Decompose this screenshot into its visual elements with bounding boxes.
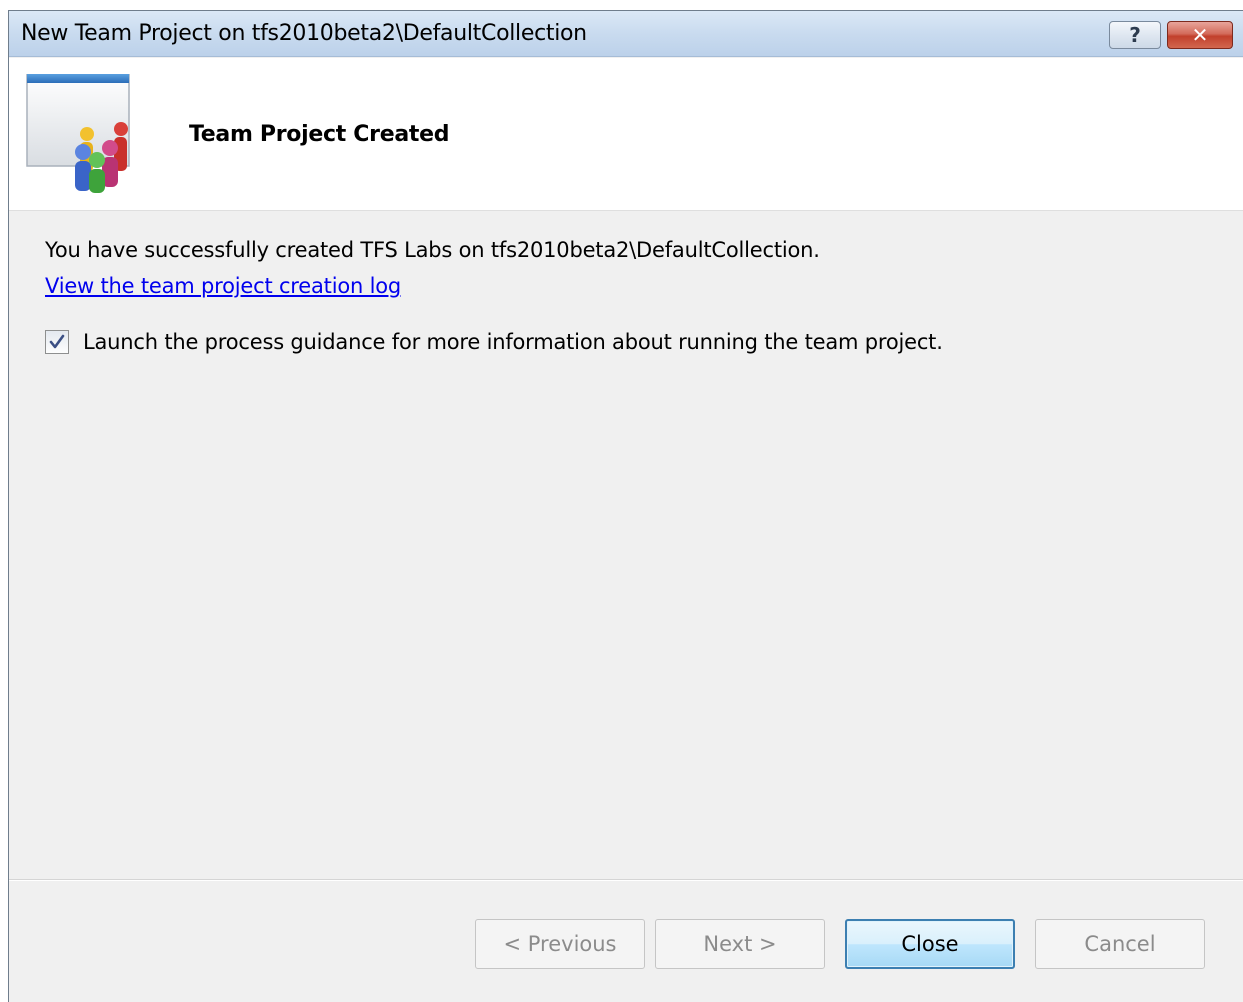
team-project-wizard-icon <box>26 74 130 193</box>
help-icon: ? <box>1129 23 1141 47</box>
window-title: New Team Project on tfs2010beta2\Default… <box>21 21 587 46</box>
checkmark-icon <box>49 334 65 349</box>
success-message: You have successfully created TFS Labs o… <box>45 238 820 262</box>
previous-button[interactable]: < Previous <box>475 919 645 969</box>
close-icon: ✕ <box>1191 23 1209 47</box>
guidance-checkbox-row[interactable]: Launch the process guidance for more inf… <box>45 330 943 354</box>
guidance-checkbox-label: Launch the process guidance for more inf… <box>83 330 943 354</box>
cancel-button[interactable]: Cancel <box>1035 919 1205 969</box>
guidance-checkbox[interactable] <box>45 330 69 354</box>
footer-divider <box>9 879 1243 881</box>
next-button[interactable]: Next > <box>655 919 825 969</box>
window-close-button[interactable]: ✕ <box>1167 21 1233 49</box>
wizard-header: Team Project Created <box>9 58 1243 211</box>
help-button[interactable]: ? <box>1109 21 1161 49</box>
title-bar: New Team Project on tfs2010beta2\Default… <box>9 11 1243 57</box>
close-button[interactable]: Close <box>845 919 1015 969</box>
new-team-project-dialog: New Team Project on tfs2010beta2\Default… <box>8 10 1243 1002</box>
creation-log-link[interactable]: View the team project creation log <box>45 274 401 298</box>
page-title: Team Project Created <box>189 122 450 147</box>
